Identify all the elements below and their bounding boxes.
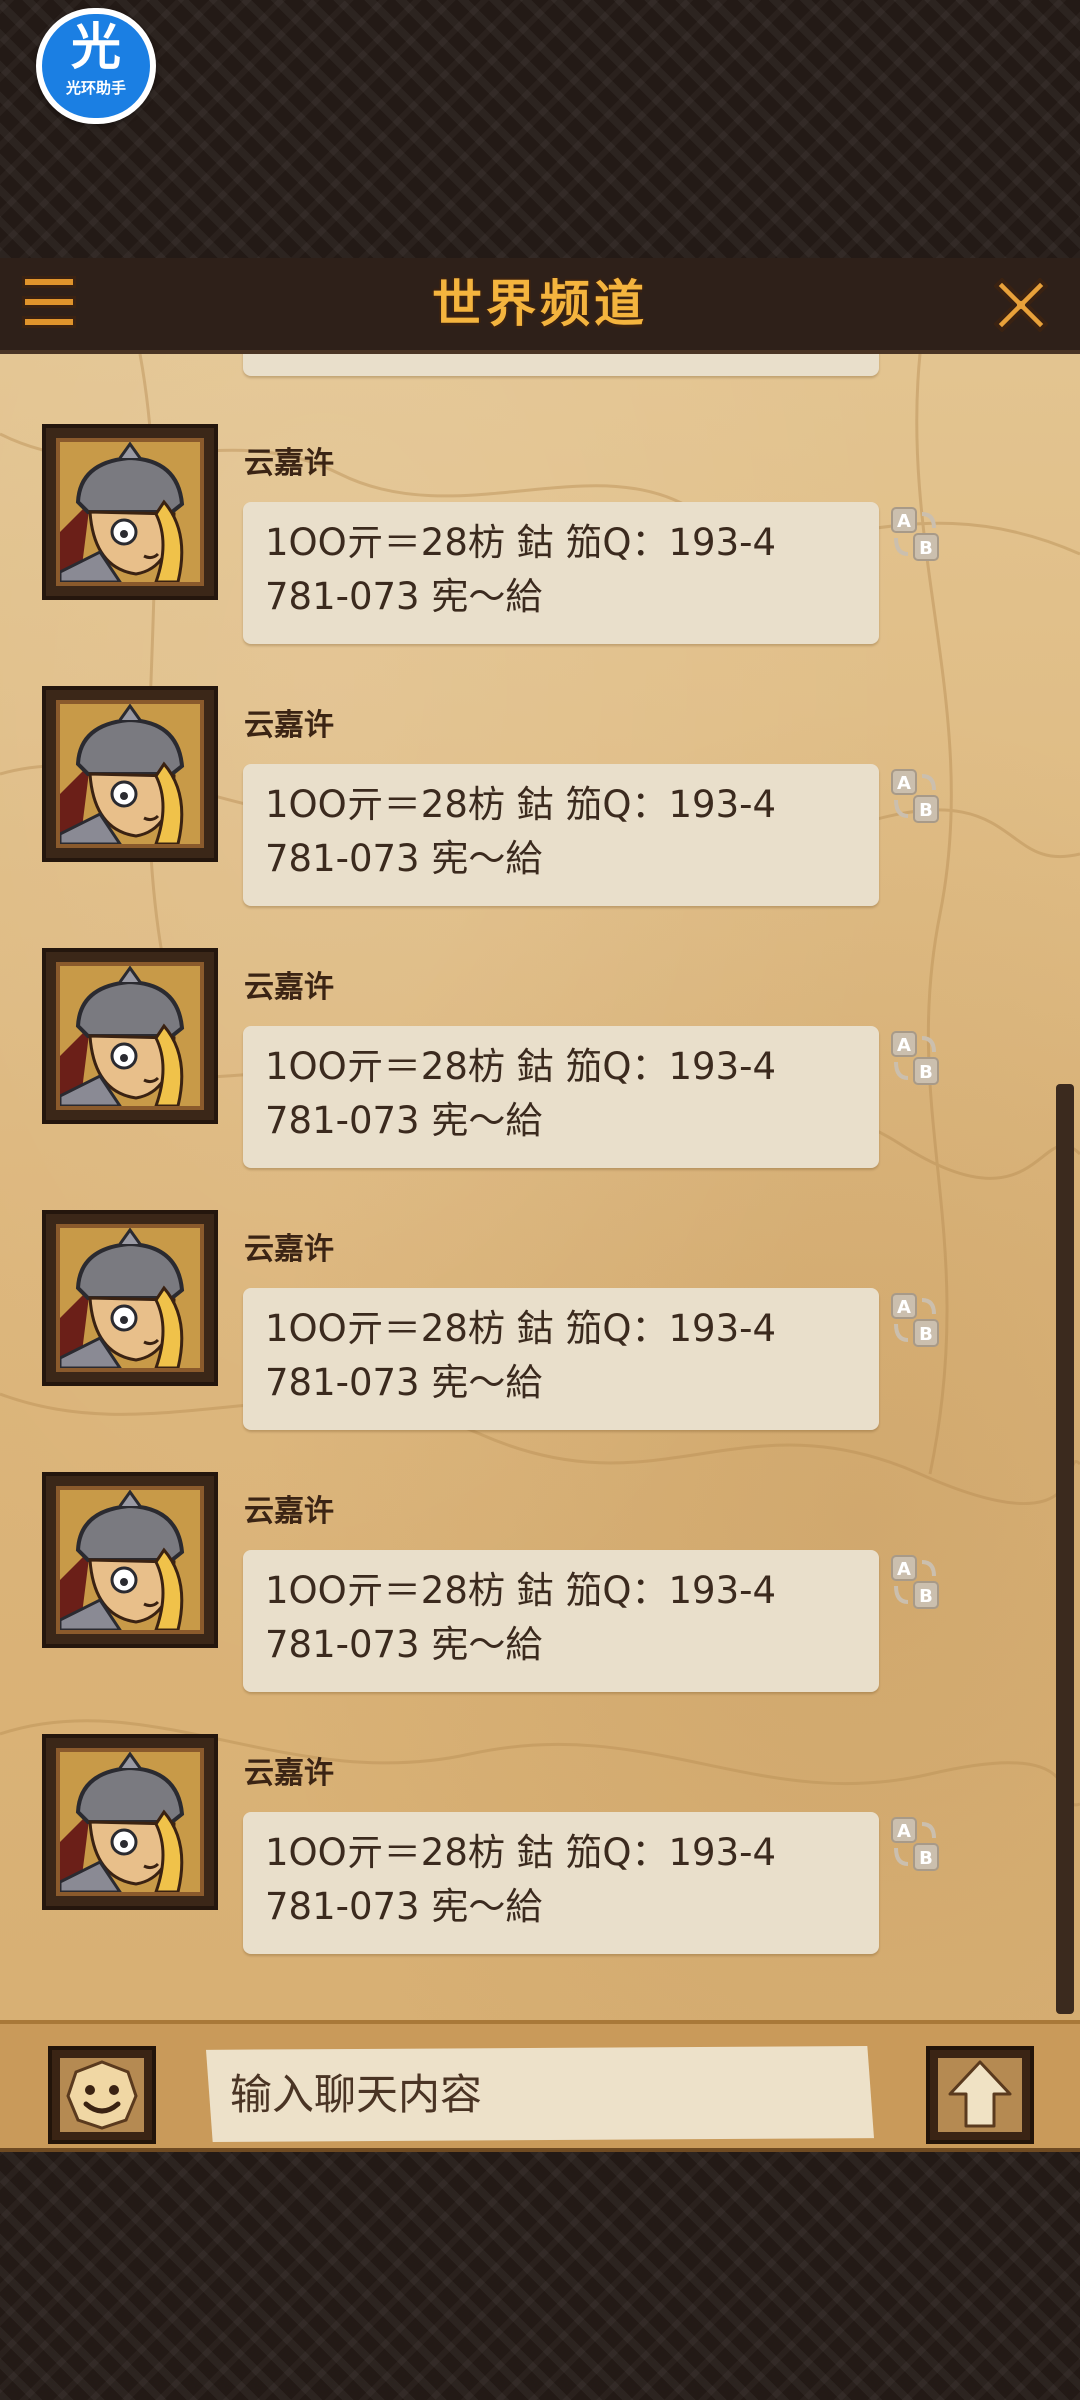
svg-text:B: B [919,1062,933,1083]
svg-text:B: B [919,1324,933,1345]
svg-text:A: A [897,1559,911,1580]
svg-text:A: A [897,1821,911,1842]
translate-button[interactable]: A B [888,766,942,826]
svg-text:A: A [897,1035,911,1056]
page-title: 世界频道 [432,275,648,333]
sender-name: 云嘉许 [244,970,334,1005]
translate-icon: A B [891,769,939,823]
chat-message: 云嘉许 1OO亓＝28枋 鈷 笳Q：193-4 781-073 宪～給 A B [0,1140,1080,1430]
translate-icon: A B [891,507,939,561]
message-text-line: 1OO亓＝28枋 鈷 笳Q：193-4 [265,1045,777,1088]
avatar-knight-icon [60,966,200,1106]
chat-message: 云嘉许 1OO亓＝28枋 鈷 笳Q：193-4 781-073 宪～給 A B [0,354,1080,644]
bottom-background [0,2152,1080,2400]
message-text-line: 1OO亓＝28枋 鈷 笳Q：193-4 [265,783,777,826]
chat-message: 云嘉许 1OO亓＝28枋 鈷 笳Q：193-4 781-073 宪～給 A B [0,1402,1080,1692]
avatar[interactable] [42,1472,218,1648]
sender-name: 云嘉许 [244,446,334,481]
chat-message-list[interactable]: 云嘉许 1OO亓＝28枋 鈷 笳Q：193-4 781-073 宪～給 A B [0,354,1080,2020]
close-button[interactable] [986,270,1056,340]
avatar-knight-icon [60,1228,200,1368]
scrollbar-thumb[interactable] [1056,1084,1074,2014]
translate-icon: A B [891,1817,939,1871]
avatar-knight-icon [60,442,200,582]
translate-icon: A B [891,1293,939,1347]
translate-button[interactable]: A B [888,1814,942,1874]
translate-button[interactable]: A B [888,1028,942,1088]
avatar-knight-icon [60,1490,200,1630]
message-text-line: 781-073 宪～給 [265,1885,543,1928]
sender-name: 云嘉许 [244,1232,334,1267]
translate-button[interactable]: A B [888,504,942,564]
translate-icon: A B [891,1555,939,1609]
title-bar: 世界频道 [0,258,1080,354]
chat-message: 云嘉许 1OO亓＝28枋 鈷 笳Q：193-4 781-073 宪～給 A B [0,616,1080,906]
app-badge-glyph: 光 [71,18,121,76]
top-background [0,0,1080,258]
avatar[interactable] [42,948,218,1124]
sender-name: 云嘉许 [244,1756,334,1791]
message-bubble: 1OO亓＝28枋 鈷 笳Q：193-4 781-073 宪～給 [243,1812,879,1954]
app-badge-logo: 光 光环助手 [42,14,150,118]
svg-text:B: B [919,800,933,821]
sender-name: 云嘉许 [244,1494,334,1529]
app-badge-name: 光环助手 [65,79,126,97]
emoji-button[interactable] [48,2046,156,2144]
send-button[interactable] [926,2046,1034,2144]
svg-text:A: A [897,511,911,532]
close-icon [994,278,1048,332]
message-text-line: 1OO亓＝28枋 鈷 笳Q：193-4 [265,521,777,564]
chat-input-bar [0,2020,1080,2152]
translate-icon: A B [891,1031,939,1085]
svg-text:A: A [897,773,911,794]
svg-text:B: B [919,538,933,559]
svg-text:A: A [897,1297,911,1318]
svg-text:B: B [919,1848,933,1869]
sender-name: 云嘉许 [244,708,334,743]
menu-button[interactable] [18,274,80,332]
translate-button[interactable]: A B [888,1552,942,1612]
avatar[interactable] [42,424,218,600]
send-arrow-icon [948,2060,1012,2128]
message-text-line: 1OO亓＝28枋 鈷 笳Q：193-4 [265,1831,777,1874]
avatar-knight-icon [60,704,200,844]
avatar-knight-icon [60,1752,200,1892]
avatar[interactable] [42,1210,218,1386]
translate-button[interactable]: A B [888,1290,942,1350]
chat-input[interactable] [206,2046,874,2142]
avatar[interactable] [42,1734,218,1910]
message-text-line: 1OO亓＝28枋 鈷 笳Q：193-4 [265,1569,777,1612]
message-text-line: 1OO亓＝28枋 鈷 笳Q：193-4 [265,1307,777,1350]
chat-message: 云嘉许 1OO亓＝28枋 鈷 笳Q：193-4 781-073 宪～給 A B [0,1664,1080,1954]
emoji-icon [66,2060,138,2130]
chat-message: 云嘉许 1OO亓＝28枋 鈷 笳Q：193-4 781-073 宪～給 A B [0,878,1080,1168]
app-badge[interactable]: 光 光环助手 [36,8,156,124]
svg-text:B: B [919,1586,933,1607]
avatar[interactable] [42,686,218,862]
